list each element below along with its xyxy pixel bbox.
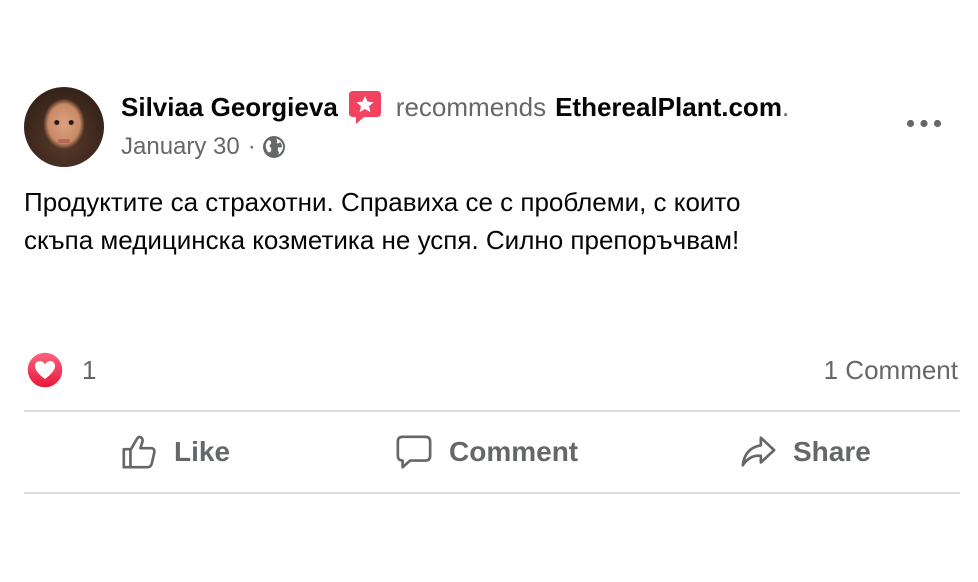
recommendation-post: Silviaa Georgieva recommends EtherealPla… [0,0,978,582]
avatar-lips [58,139,70,143]
recommendation-star-icon [348,89,382,125]
author-name[interactable]: Silviaa Georgieva [121,92,338,123]
header-period: . [781,91,790,122]
like-button[interactable]: Like [120,414,230,490]
recommends-label: recommends [395,91,547,122]
like-label: Like [174,436,231,467]
share-button[interactable]: Share [739,414,871,490]
comment-label: Comment [449,436,579,467]
more-options-button[interactable] [900,107,948,139]
reaction-summary[interactable]: 1 [26,350,96,390]
post-text-line: скъпа медицинска козметика не успя. Силн… [24,225,740,255]
divider [24,492,960,494]
reaction-count: 1 [82,354,97,385]
comment-button[interactable]: Comment [395,414,578,490]
share-arrow-icon [741,436,776,467]
meta-separator: · [247,133,256,160]
page-link[interactable]: EtherealPlant.com [555,92,782,123]
comment-bubble-icon [396,435,432,469]
love-reaction-icon [26,351,64,389]
post-header: Silviaa Georgieva recommends EtherealPla… [121,89,789,125]
avatar-eyes [52,120,76,125]
comment-count-link[interactable]: 1 Comment [824,350,958,390]
post-message: Продуктите са страхотни. Справиха се с п… [24,183,954,259]
more-dots-icon [906,119,942,127]
divider [24,410,960,412]
post-actions: Like Comment Share [24,414,960,490]
thumbs-up-icon [122,435,156,469]
post-meta: January 30 · [121,131,286,163]
author-avatar[interactable] [24,87,104,167]
globe-icon[interactable] [262,135,286,159]
post-date[interactable]: January 30 [121,133,240,161]
share-label: Share [793,436,871,467]
post-text-line: Продуктите са страхотни. Справиха се с п… [24,187,741,217]
